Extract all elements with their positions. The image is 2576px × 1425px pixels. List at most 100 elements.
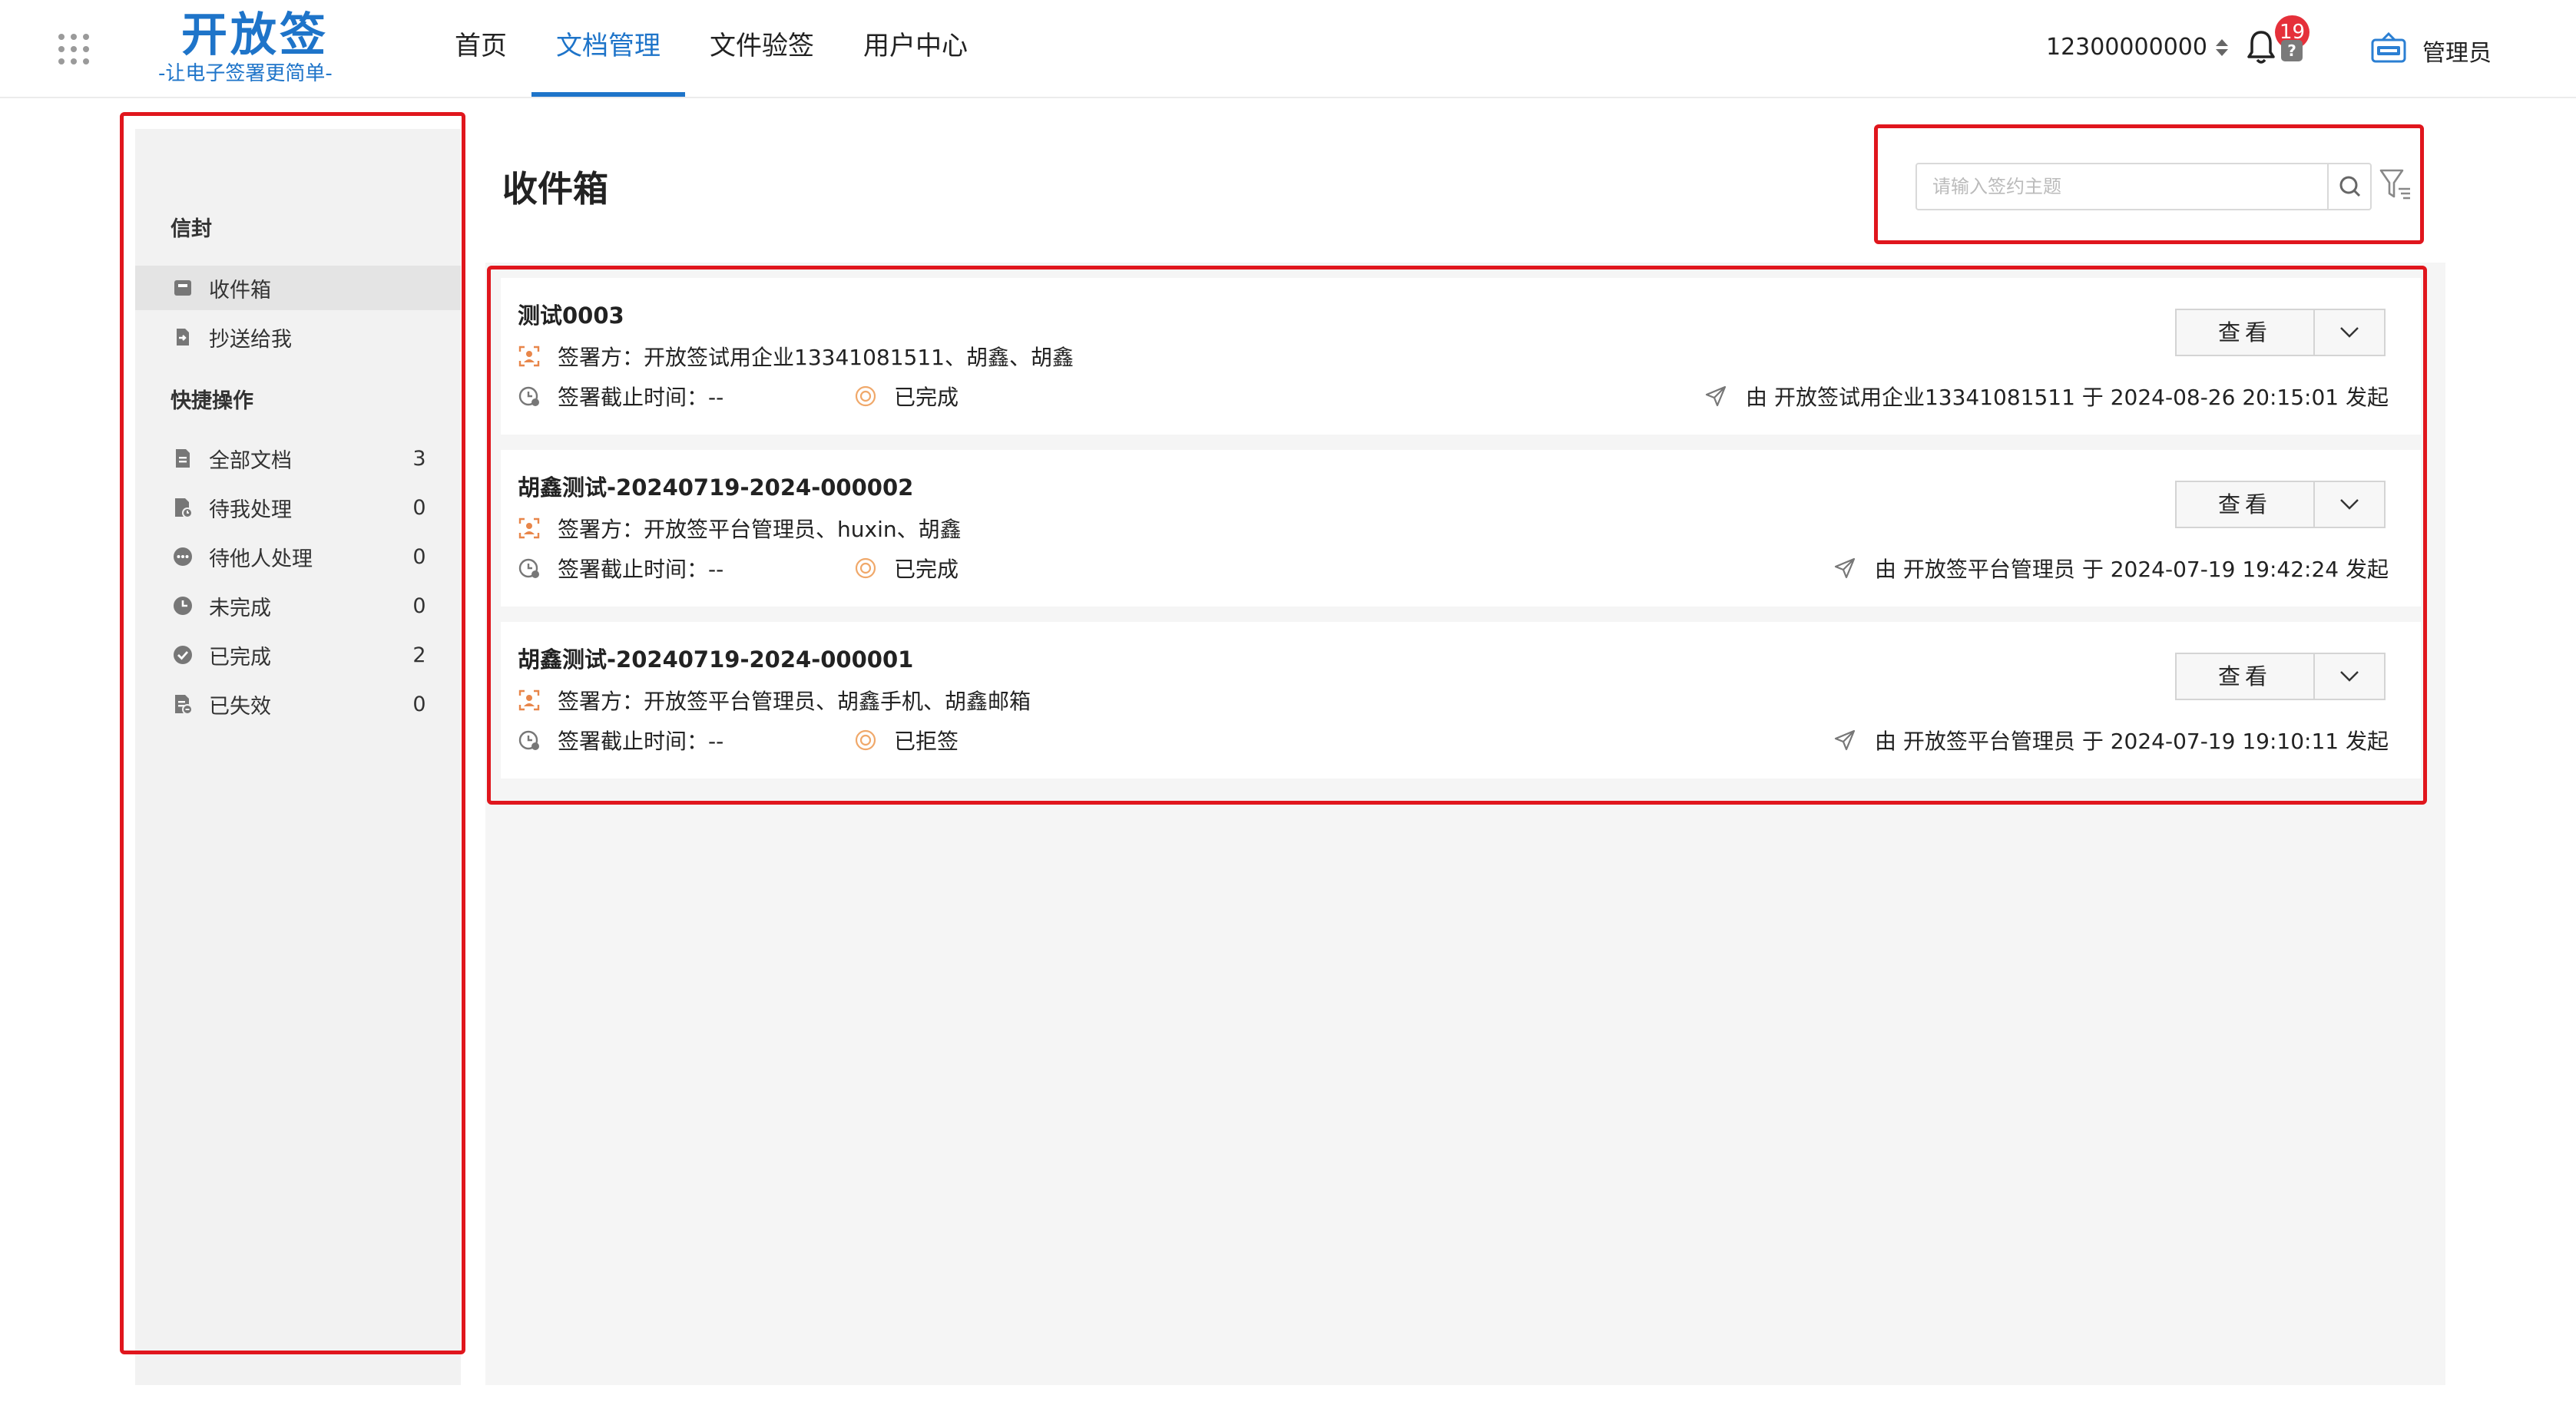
- sidebar: 信封 收件箱 抄送给我 快捷操作 全部文档 3 待我处理 0 待他人处理 0 未…: [135, 129, 461, 1385]
- nav-document-management[interactable]: 文档管理: [531, 0, 685, 97]
- top-header: 开放签 -让电子签署更简单- 首页 文档管理 文件验签 用户中心 1230000…: [0, 0, 2576, 98]
- document-deadline-text: 签署截止时间：--: [558, 557, 724, 582]
- sidebar-item-label: 已失效: [209, 694, 271, 719]
- search-box: [1915, 163, 2372, 210]
- more-actions-button[interactable]: [2315, 310, 2384, 355]
- chevron-down-icon: [2340, 671, 2359, 682]
- check-circle-icon: [174, 646, 192, 664]
- document-signers-text: 签署方：开放签平台管理员、huxin、胡鑫: [558, 517, 962, 542]
- document-initiator: 由 开放签试用企业13341081511 于 2024-08-26 20:15:…: [1704, 381, 2389, 412]
- nav-file-verification[interactable]: 文件验签: [685, 0, 839, 97]
- status-icon: [855, 729, 876, 751]
- filter-icon[interactable]: [2378, 166, 2413, 206]
- send-icon: [1834, 557, 1856, 579]
- document-title[interactable]: 测试0003: [518, 298, 624, 330]
- document-signers-text: 签署方：开放签试用企业13341081511、胡鑫、胡鑫: [558, 345, 1074, 370]
- sidebar-item-label: 全部文档: [209, 448, 292, 473]
- view-button[interactable]: 查看: [2177, 482, 2315, 527]
- deadline-clock-icon: [518, 386, 539, 406]
- nav-user-center[interactable]: 用户中心: [839, 0, 992, 97]
- document-title[interactable]: 胡鑫测试-20240719-2024-000002: [518, 470, 913, 502]
- document-status-text: 已拒签: [894, 729, 959, 754]
- sidebar-item-label: 待我处理: [209, 498, 292, 522]
- sidebar-item-inbox[interactable]: 收件箱: [135, 266, 461, 310]
- sidebar-section-envelope: 信封: [171, 217, 212, 241]
- sidebar-item-label: 待他人处理: [209, 547, 313, 571]
- sidebar-item-count: 0: [412, 692, 426, 716]
- account-phone: 12300000000: [2046, 34, 2207, 61]
- document-status: 已拒签: [854, 725, 959, 755]
- status-icon: [855, 557, 876, 579]
- document-title[interactable]: 胡鑫测试-20240719-2024-000001: [518, 642, 913, 674]
- document-deadline: 签署截止时间：--: [518, 725, 723, 755]
- logo-title[interactable]: 开放签: [181, 5, 329, 66]
- document-card[interactable]: 胡鑫测试-20240719-2024-000002 签署方：开放签平台管理员、h…: [501, 450, 2421, 607]
- sidebar-item-expired[interactable]: 已失效 0: [135, 682, 461, 726]
- document-deadline: 签署截止时间：--: [518, 381, 723, 412]
- sidebar-item-count: 3: [412, 446, 426, 471]
- sidebar-item-pending-others[interactable]: 待他人处理 0: [135, 534, 461, 579]
- deadline-clock-icon: [518, 558, 539, 578]
- send-icon: [1705, 385, 1727, 407]
- apps-grid-icon[interactable]: [57, 32, 91, 66]
- sidebar-item-all-documents[interactable]: 全部文档 3: [135, 436, 461, 481]
- search-button[interactable]: [2327, 164, 2370, 209]
- sidebar-item-count: 0: [412, 593, 426, 618]
- view-button-group: 查看: [2175, 309, 2386, 356]
- nav-home[interactable]: 首页: [430, 0, 531, 97]
- sidebar-item-pending-me[interactable]: 待我处理 0: [135, 485, 461, 530]
- document-initiator-text: 由 开放签平台管理员 于 2024-07-19 19:10:11 发起: [1875, 729, 2389, 754]
- bell-icon: [2247, 31, 2275, 64]
- document-signers: 签署方：开放签试用企业13341081511、胡鑫、胡鑫: [518, 341, 1074, 372]
- sidebar-item-count: 2: [412, 643, 426, 667]
- document-status: 已完成: [854, 381, 959, 412]
- user-avatar-icon[interactable]: [2370, 32, 2407, 66]
- sidebar-item-incomplete[interactable]: 未完成 0: [135, 584, 461, 628]
- sidebar-item-count: 0: [412, 544, 426, 569]
- sort-arrows-icon: [2215, 38, 2228, 56]
- chevron-down-icon: [2340, 499, 2359, 510]
- document-deadline-text: 签署截止时间：--: [558, 729, 724, 754]
- search-icon: [2339, 176, 2361, 197]
- document-signers: 签署方：开放签平台管理员、胡鑫手机、胡鑫邮箱: [518, 685, 1031, 716]
- account-switcher[interactable]: 12300000000: [2046, 34, 2230, 61]
- more-actions-button[interactable]: [2315, 654, 2384, 699]
- search-input[interactable]: [1917, 164, 2327, 209]
- send-icon: [1834, 729, 1856, 751]
- document-initiator: 由 开放签平台管理员 于 2024-07-19 19:42:24 发起: [1833, 553, 2389, 584]
- sidebar-item-cc[interactable]: 抄送给我: [135, 315, 461, 359]
- user-name[interactable]: 管理员: [2422, 34, 2492, 68]
- sidebar-item-label: 抄送给我: [209, 327, 292, 352]
- document-deadline: 签署截止时间：--: [518, 553, 723, 584]
- more-actions-button[interactable]: [2315, 482, 2384, 527]
- document-card[interactable]: 测试0003 签署方：开放签试用企业13341081511、胡鑫、胡鑫 签署截止…: [501, 278, 2421, 435]
- document-status-text: 已完成: [894, 557, 959, 582]
- notifications[interactable]: 19 ?: [2246, 15, 2310, 72]
- document-initiator: 由 开放签平台管理员 于 2024-07-19 19:10:11 发起: [1833, 725, 2389, 755]
- document-card[interactable]: 胡鑫测试-20240719-2024-000001 签署方：开放签平台管理员、胡…: [501, 622, 2421, 779]
- sidebar-item-label: 收件箱: [209, 278, 271, 303]
- main-nav: 首页 文档管理 文件验签 用户中心: [430, 0, 992, 97]
- pending-me-icon: [175, 498, 193, 518]
- status-icon: [855, 385, 876, 407]
- cc-icon: [177, 329, 189, 346]
- sidebar-item-completed[interactable]: 已完成 2: [135, 633, 461, 677]
- document-status-text: 已完成: [894, 385, 959, 410]
- document-signers-text: 签署方：开放签平台管理员、胡鑫手机、胡鑫邮箱: [558, 689, 1031, 714]
- signer-icon: [518, 517, 540, 539]
- deadline-clock-icon: [518, 730, 539, 750]
- expired-icon: [175, 695, 193, 715]
- sidebar-item-label: 已完成: [209, 645, 271, 670]
- signer-icon: [518, 346, 540, 367]
- document-signers: 签署方：开放签平台管理员、huxin、胡鑫: [518, 513, 962, 544]
- sidebar-item-label: 未完成: [209, 596, 271, 620]
- clock-icon: [174, 597, 192, 615]
- signer-icon: [518, 689, 540, 711]
- view-button[interactable]: 查看: [2177, 310, 2315, 355]
- help-icon[interactable]: ?: [2281, 40, 2303, 61]
- view-button[interactable]: 查看: [2177, 654, 2315, 699]
- page-title: 收件箱: [502, 168, 608, 210]
- view-button-group: 查看: [2175, 481, 2386, 528]
- sidebar-section-quick: 快捷操作: [171, 389, 253, 413]
- logo-subtitle: -让电子签署更简单-: [158, 62, 333, 85]
